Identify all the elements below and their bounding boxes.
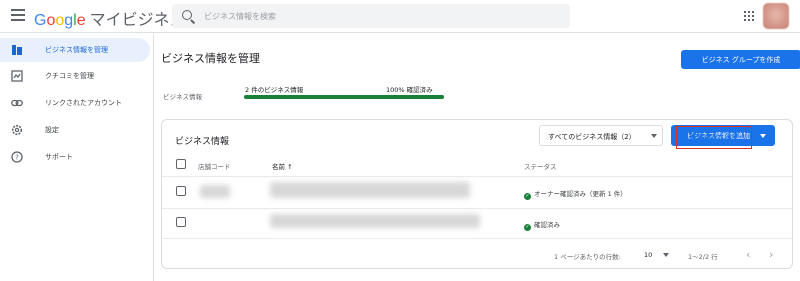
column-header-status[interactable]: ステータス [524, 161, 557, 171]
apps-grid-icon[interactable] [744, 11, 754, 21]
logo-letter: e [76, 12, 86, 29]
page-title: ビジネス情報を管理 [161, 52, 260, 65]
summary-count: 2 件のビジネス情報 [245, 86, 304, 94]
app-logo[interactable]: Google マイビジネス [34, 6, 186, 30]
select-all-checkbox[interactable] [176, 159, 186, 169]
status-text: 確認済み [534, 221, 560, 229]
avatar[interactable] [763, 3, 789, 29]
logo-letter: g [64, 12, 74, 29]
logo-letter: o [55, 12, 65, 29]
next-page-icon[interactable]: › [769, 248, 773, 261]
rows-per-page-select[interactable]: 10 [644, 251, 652, 259]
main-content: ビジネス情報を管理 ビジネス グループを作成 ビジネス情報 2 件のビジネス情報… [155, 34, 800, 281]
top-app-bar: Google マイビジネス [0, 0, 800, 33]
sidebar-item-manage-business[interactable]: ビジネス情報を管理 [0, 38, 150, 62]
rows-per-page-label: 1 ページあたりの行数: [554, 253, 621, 261]
gear-icon [11, 124, 23, 136]
sidebar-item-label: リンクされたアカウント [45, 99, 122, 107]
menu-icon[interactable] [11, 9, 25, 21]
search-input[interactable] [204, 8, 544, 24]
chevron-down-icon[interactable] [663, 253, 669, 257]
review-updates-link[interactable]: 更新内容を確認 [676, 126, 752, 149]
sidebar: ビジネス情報を管理 クチコミを管理 リンクされたアカウント 設定 ? サポート [0, 34, 154, 281]
sidebar-item-linked-accounts[interactable]: リンクされたアカウント [0, 91, 150, 115]
sidebar-item-label: サポート [45, 153, 73, 161]
check-circle-icon: ✓ [524, 224, 531, 231]
row-checkbox[interactable] [176, 186, 186, 196]
sidebar-item-support[interactable]: ? サポート [0, 145, 150, 169]
help-icon: ? [11, 151, 23, 163]
chevron-down-icon [760, 134, 766, 138]
summary-percent: 100% 確認済み [386, 86, 433, 94]
arrow-up-icon: ↑ [287, 163, 293, 171]
previous-page-icon[interactable]: ‹ [746, 248, 750, 261]
check-circle-icon: ✓ [524, 193, 531, 200]
create-group-button[interactable]: ビジネス グループを作成 [681, 50, 800, 69]
sidebar-item-label: クチコミを管理 [45, 72, 94, 80]
progress-fill [244, 95, 444, 99]
sidebar-item-settings[interactable]: 設定 [0, 118, 150, 142]
redacted-store-code [200, 185, 230, 198]
link-icon [11, 99, 23, 107]
rows-per-page-value: 10 [644, 251, 653, 259]
review-icon [11, 70, 23, 82]
search-box[interactable] [172, 4, 570, 28]
divider [162, 238, 792, 239]
filter-dropdown[interactable]: すべてのビジネス情報（2） [539, 125, 663, 146]
pagination-range: 1〜2/2 行 [688, 253, 718, 261]
column-header-name[interactable]: 名前 ↑ [272, 161, 293, 171]
divider [162, 176, 792, 177]
store-icon [12, 45, 22, 55]
column-header-label: 名前 [272, 163, 285, 171]
verification-progress-bar [244, 95, 444, 99]
sidebar-item-label: 設定 [45, 126, 59, 134]
card-title: ビジネス情報 [175, 137, 230, 147]
filter-value: すべてのビジネス情報（2） [548, 133, 636, 141]
status-badge: ✓ オーナー確認済み（更新 1 件） [524, 188, 627, 200]
logo-letter: G [34, 12, 47, 29]
summary-label: ビジネス情報 [163, 93, 202, 101]
search-icon [182, 10, 192, 20]
sidebar-item-label: ビジネス情報を管理 [45, 46, 108, 54]
row-checkbox[interactable] [176, 217, 186, 227]
divider [162, 208, 792, 209]
status-badge: ✓ 確認済み [524, 219, 560, 231]
status-text: オーナー確認済み（更新 1 件） [534, 190, 627, 198]
redacted-business-name [270, 214, 480, 228]
chevron-down-icon [651, 134, 657, 138]
sidebar-item-reviews[interactable]: クチコミを管理 [0, 64, 150, 88]
svg-text:?: ? [15, 154, 19, 162]
redacted-business-name [270, 182, 470, 198]
column-header-store-code[interactable]: 店舗コード [198, 161, 231, 171]
